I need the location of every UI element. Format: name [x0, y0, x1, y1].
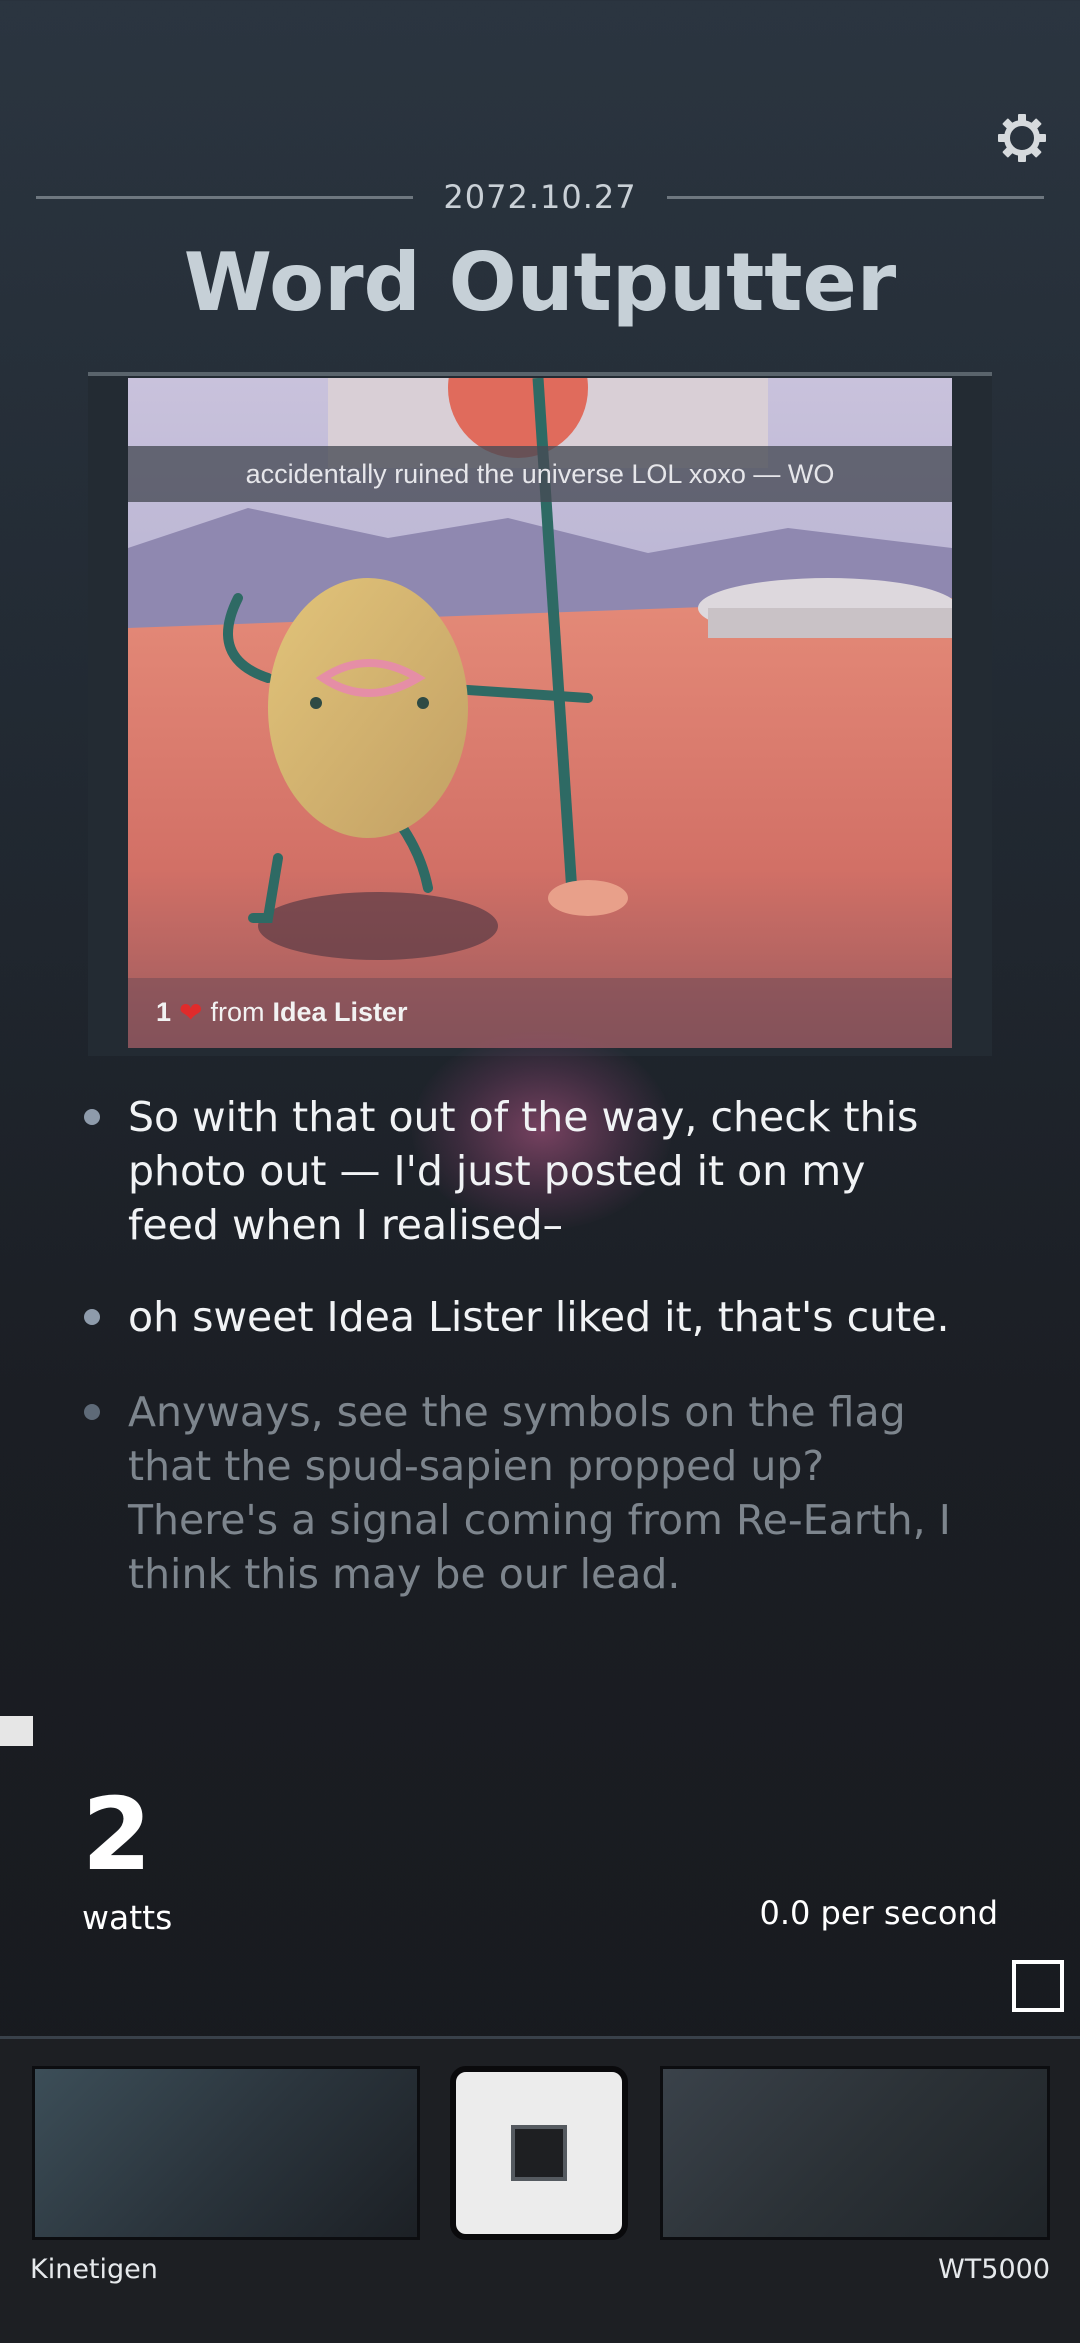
toggle-checkbox[interactable] [1012, 1960, 1064, 2012]
bullet-dot [84, 1309, 100, 1325]
bullet-dot [84, 1109, 100, 1125]
date-header: 2072.10.27 [36, 170, 1044, 224]
watts-label: watts [82, 1898, 173, 1937]
divider-left [36, 195, 414, 199]
generator-card-left[interactable] [32, 2066, 420, 2240]
list-item-text: Anyways, see the symbols on the flag tha… [128, 1388, 951, 1598]
photo-caption: accidentally ruined the universe LOL xox… [128, 446, 952, 502]
watts-value: 2 [82, 1776, 152, 1893]
list-item: So with that out of the way, check this … [84, 1090, 964, 1252]
list-item: oh sweet Idea Lister liked it, that's cu… [84, 1290, 964, 1344]
heart-icon: ❤ [179, 997, 203, 1028]
likes-bar: 1 ❤ from Idea Lister [156, 996, 408, 1029]
stop-icon [511, 2125, 567, 2181]
divider-right [666, 195, 1044, 199]
list-item: Anyways, see the symbols on the flag tha… [84, 1385, 964, 1601]
rate-label: 0.0 per second [759, 1894, 998, 1932]
likes-count: 1 [156, 997, 172, 1027]
date-label: 2072.10.27 [443, 178, 637, 216]
gear-icon[interactable] [996, 112, 1048, 164]
list-item-text: oh sweet Idea Lister liked it, that's cu… [128, 1293, 950, 1341]
likes-from: from [210, 997, 265, 1027]
edge-tab[interactable] [0, 1716, 33, 1746]
list-item-text: So with that out of the way, check this … [128, 1093, 919, 1249]
page-title: Word Outputter [183, 236, 897, 329]
liker-name[interactable]: Idea Lister [273, 997, 408, 1028]
generator-label-left: Kinetigen [30, 2254, 158, 2285]
generator-label-right: WT5000 [938, 2254, 1050, 2285]
stop-button[interactable] [450, 2066, 628, 2240]
bullet-dot [84, 1404, 100, 1420]
generator-card-right[interactable] [660, 2066, 1050, 2240]
